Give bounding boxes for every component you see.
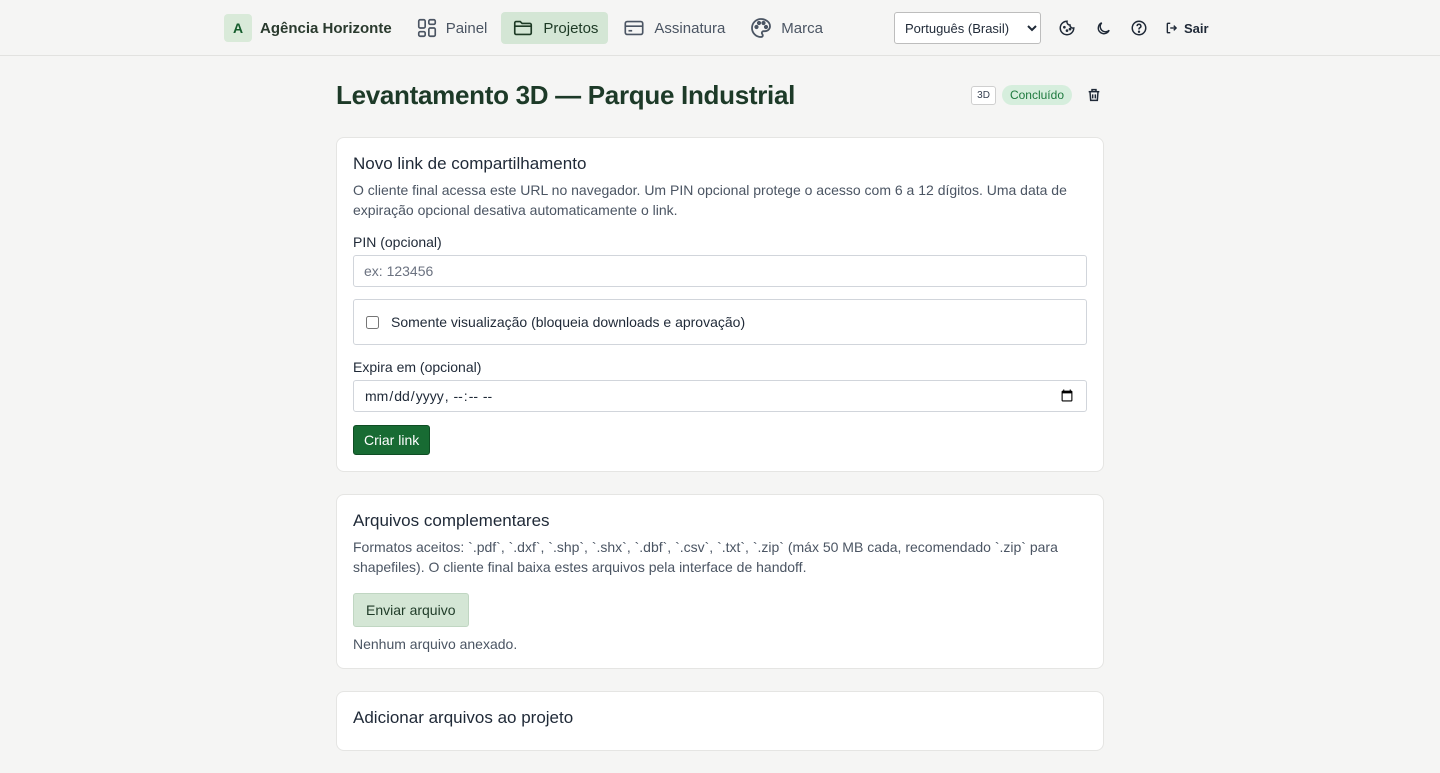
trash-icon: [1088, 88, 1100, 102]
logout-icon: [1166, 22, 1178, 34]
palette-icon: [751, 18, 772, 38]
nav-item-projetos[interactable]: Projetos: [501, 12, 609, 44]
pin-input[interactable]: [353, 255, 1087, 287]
view-only-option[interactable]: Somente visualização (bloqueia downloads…: [353, 299, 1087, 345]
nav-item-label: Assinatura: [654, 19, 726, 37]
help-circle-icon: [1131, 20, 1147, 36]
logout-button[interactable]: Sair: [1165, 21, 1209, 36]
create-link-button[interactable]: Criar link: [353, 425, 431, 455]
moon-icon: [1097, 21, 1110, 34]
nav-right: Português (Brasil) Sair: [894, 12, 1209, 44]
share-link-title: Novo link de compartilhamento: [353, 154, 587, 173]
nav-item-label: Projetos: [543, 19, 599, 37]
add-project-files-title: Adicionar arquivos ao projeto: [353, 708, 574, 727]
dark-mode-button[interactable]: [1089, 14, 1117, 42]
brand-name[interactable]: Agência Horizonte: [260, 20, 392, 37]
help-button[interactable]: [1125, 14, 1153, 42]
grid-icon: [417, 18, 436, 38]
upload-file-button[interactable]: Enviar arquivo: [353, 593, 469, 627]
view-only-label: Somente visualização (bloqueia downloads…: [391, 314, 746, 330]
status-badge: Concluído: [1001, 85, 1072, 105]
share-link-description: O cliente final acessa este URL no naveg…: [353, 182, 1067, 218]
add-project-files-card: Adicionar arquivos ao projeto: [336, 691, 1104, 751]
share-link-card: Novo link de compartilhamento O cliente …: [336, 137, 1104, 472]
page-header-actions: 3D Concluído: [971, 85, 1104, 105]
logout-label: Sair: [1184, 20, 1209, 36]
delete-project-button[interactable]: [1084, 85, 1104, 105]
project-page: Levantamento 3D — Parque Industrial 3D C…: [336, 57, 1104, 773]
nav-item-label: Marca: [781, 19, 823, 37]
no-files-message: Nenhum arquivo anexado.: [353, 636, 518, 652]
pin-label: PIN (opcional): [353, 234, 442, 250]
project-type-badge: 3D: [971, 85, 996, 105]
language-select[interactable]: Português (Brasil): [894, 12, 1041, 44]
brand-logo[interactable]: A: [224, 14, 252, 42]
nav-item-painel[interactable]: Painel: [406, 12, 498, 44]
folder-icon: [514, 20, 533, 36]
view-only-checkbox[interactable]: [366, 315, 379, 329]
nav-item-marca[interactable]: Marca: [739, 12, 833, 44]
cookie-icon: [1059, 20, 1075, 36]
top-navbar: A Agência Horizonte Painel Projetos Assi…: [0, 0, 1440, 56]
nav-left: A Agência Horizonte Painel Projetos Assi…: [224, 12, 837, 44]
nav-item-label: Painel: [445, 19, 488, 37]
page-header: Levantamento 3D — Parque Industrial 3D C…: [336, 57, 1104, 137]
expires-input[interactable]: [353, 380, 1087, 412]
theme-auto-button[interactable]: [1053, 14, 1081, 42]
expires-label: Expira em (opcional): [353, 359, 482, 375]
nav-item-assinatura[interactable]: Assinatura: [612, 12, 735, 44]
credit-card-icon: [624, 20, 644, 36]
supplementary-files-description: Formatos aceitos: `.pdf`, `.dxf`, `.shp`…: [353, 539, 1058, 575]
supplementary-files-title: Arquivos complementares: [353, 511, 550, 530]
supplementary-files-card: Arquivos complementares Formatos aceitos…: [336, 494, 1104, 669]
page-title: Levantamento 3D — Parque Industrial: [336, 80, 796, 110]
